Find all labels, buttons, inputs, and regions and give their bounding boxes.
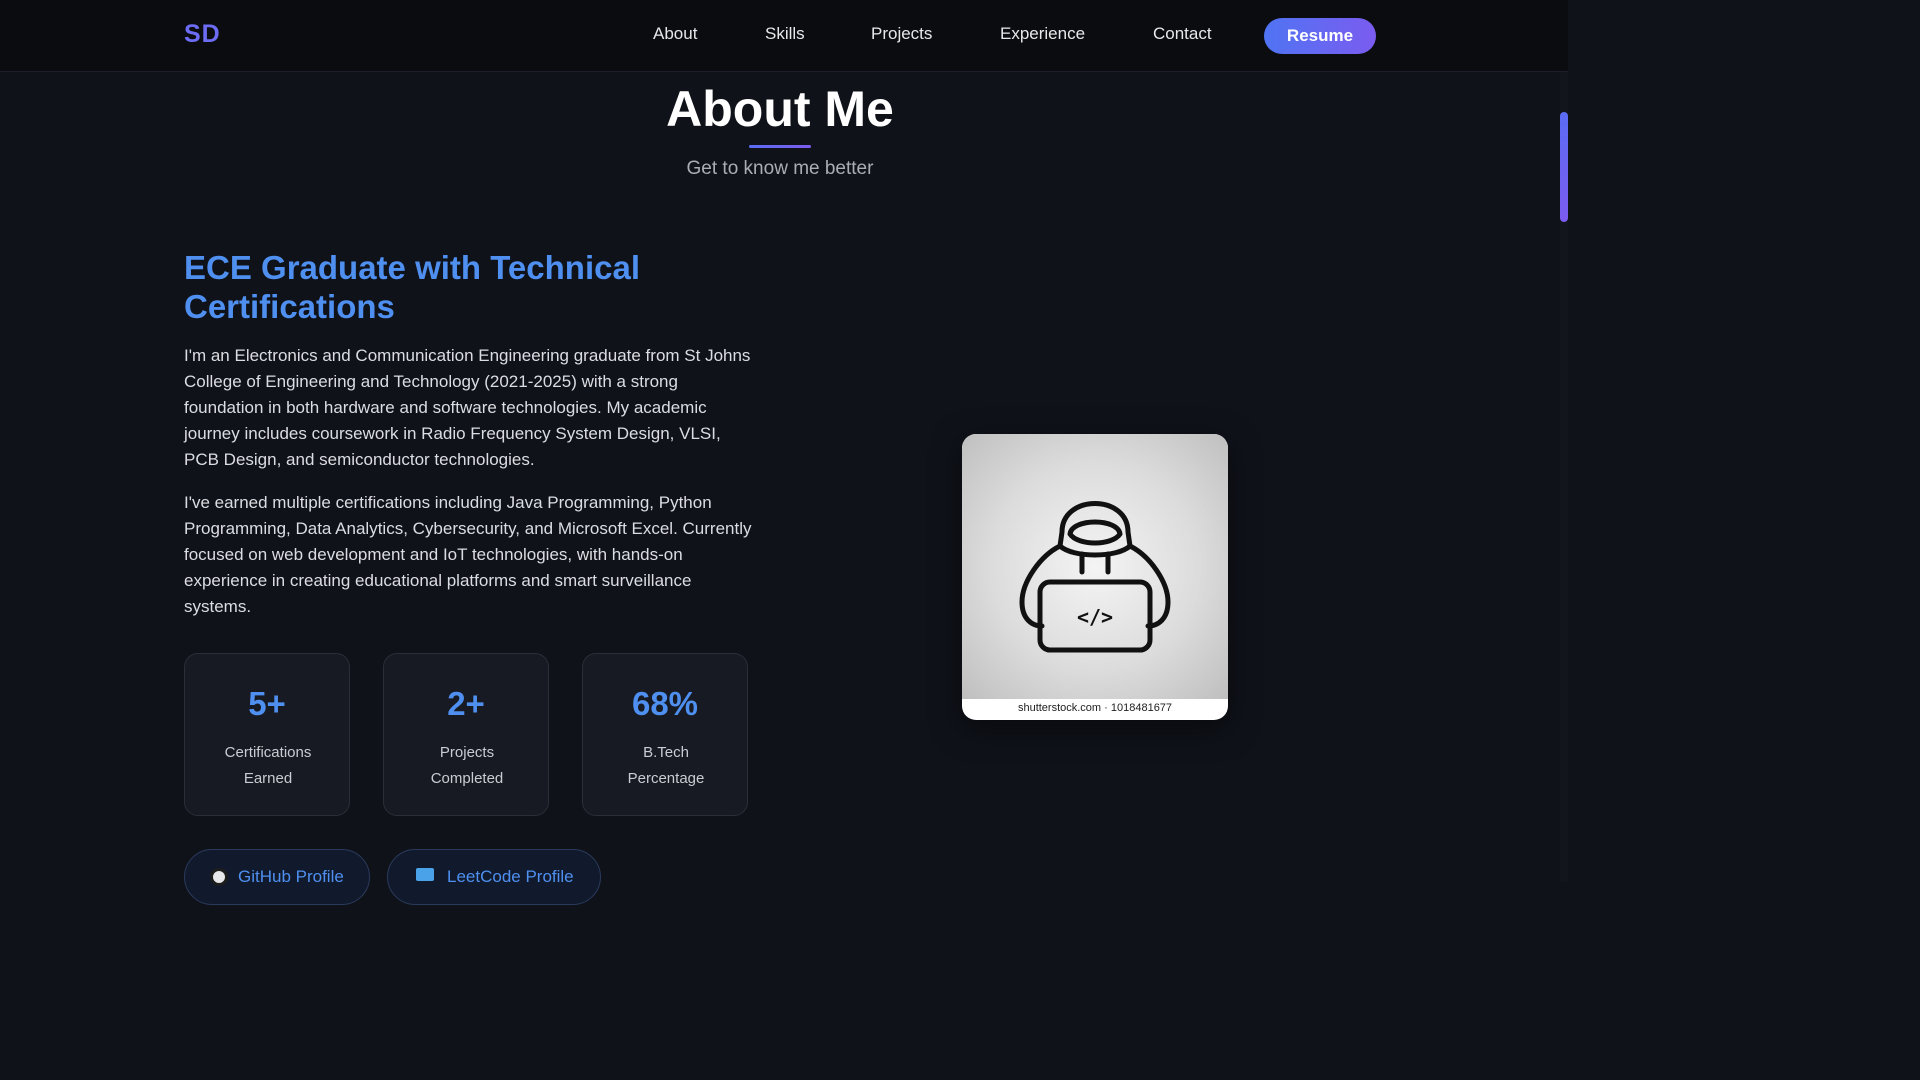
- image-caption: shutterstock.com · 1018481677: [1017, 702, 1173, 714]
- nav-link-projects[interactable]: Projects: [871, 24, 932, 44]
- stat-card-certifications: 5+ Certifications Earned: [184, 653, 350, 816]
- stat-card-projects: 2+ Projects Completed: [383, 653, 549, 816]
- stat-label: Certifications Earned: [224, 744, 312, 787]
- section-title: About Me: [666, 81, 894, 137]
- github-icon: [210, 868, 228, 886]
- nav-link-contact[interactable]: Contact: [1153, 24, 1212, 44]
- title-underline: [749, 145, 811, 148]
- stat-label: B.Tech Percentage: [627, 744, 705, 787]
- github-profile-label: GitHub Profile: [238, 867, 344, 886]
- logo[interactable]: SD: [184, 20, 221, 49]
- stat-value: 5+: [248, 685, 286, 722]
- nav-link-about[interactable]: About: [653, 24, 697, 44]
- code-glyph: </>: [1077, 605, 1113, 629]
- about-paragraph-2: I've earned multiple certifications incl…: [184, 493, 752, 616]
- stat-card-percentage: 68% B.Tech Percentage: [582, 653, 748, 816]
- navbar: SD About Skills Projects Experience Cont…: [0, 0, 1568, 72]
- profile-image-card: </> shutterstock.com · 1018481677: [962, 434, 1228, 720]
- stat-value: 68%: [631, 685, 699, 722]
- about-paragraph-1: I'm an Electronics and Communication Eng…: [184, 346, 751, 469]
- stat-value: 2+: [447, 685, 485, 722]
- github-profile-button[interactable]: GitHub Profile: [184, 849, 370, 905]
- hooded-coder-icon: </>: [1019, 501, 1171, 653]
- nav-link-experience[interactable]: Experience: [1000, 24, 1085, 44]
- about-heading: ECE Graduate with Technical Certificatio…: [184, 249, 640, 325]
- laptop-icon: [416, 868, 434, 881]
- leetcode-profile-label: LeetCode Profile: [447, 867, 574, 886]
- resume-button[interactable]: Resume: [1264, 18, 1376, 54]
- leetcode-profile-button[interactable]: LeetCode Profile: [387, 849, 601, 905]
- stat-label: Projects Completed: [430, 744, 504, 787]
- nav-link-skills[interactable]: Skills: [765, 24, 805, 44]
- scrollbar-thumb[interactable]: [1560, 112, 1568, 222]
- hacker-illustration: </>: [962, 434, 1228, 699]
- section-subtitle: Get to know me better: [686, 158, 874, 179]
